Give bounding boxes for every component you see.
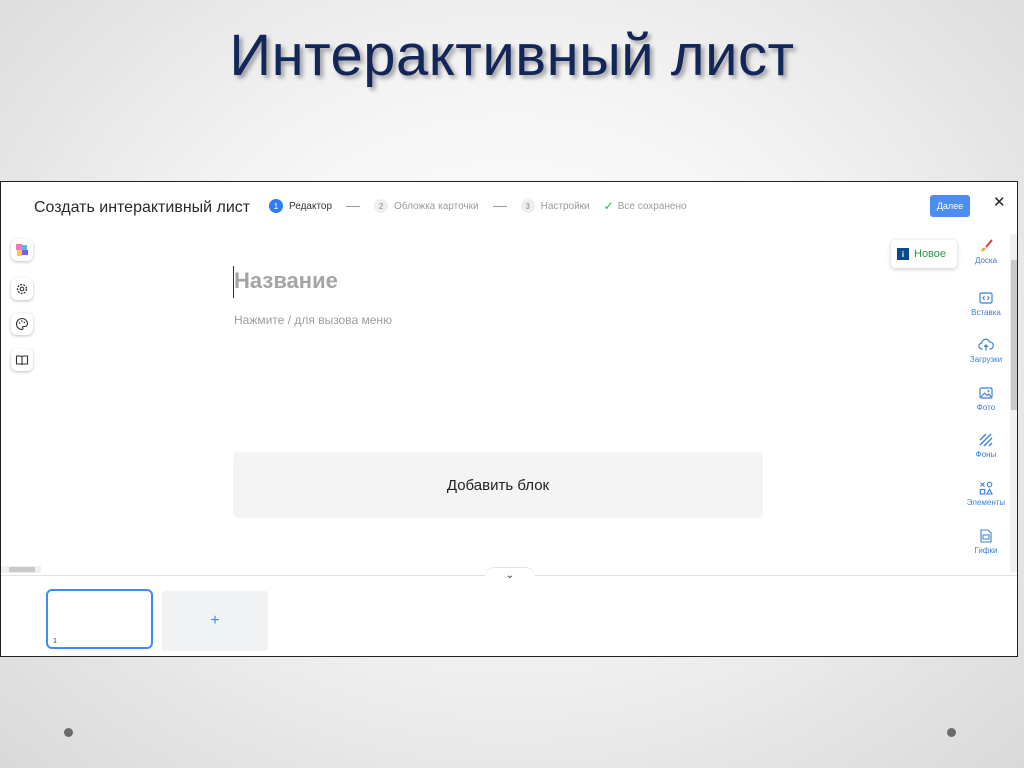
collapse-panel-button[interactable]: ⌄ bbox=[485, 567, 535, 582]
info-icon: i bbox=[897, 248, 909, 260]
check-icon: ✓ bbox=[603, 199, 614, 213]
vertical-scrollbar[interactable] bbox=[1010, 234, 1017, 572]
step-label: Обложка карточки bbox=[394, 200, 479, 212]
tool-label: Элементы bbox=[966, 498, 1006, 507]
upload-icon bbox=[978, 338, 994, 351]
logo-icon[interactable] bbox=[11, 239, 33, 261]
close-icon[interactable]: ✕ bbox=[993, 193, 1006, 211]
tool-board[interactable]: Доска bbox=[964, 238, 1008, 265]
chevron-down-icon: ⌄ bbox=[505, 569, 515, 581]
book-icon-graphic bbox=[15, 355, 29, 366]
sheet-title-input[interactable]: Название bbox=[234, 268, 338, 294]
tool-embed[interactable]: Вставка bbox=[964, 290, 1008, 317]
tool-label: Вставка bbox=[971, 308, 1001, 317]
step-label: Редактор bbox=[289, 200, 333, 212]
page-number: 1 bbox=[53, 638, 57, 645]
page-thumbnail[interactable]: 1 bbox=[46, 589, 153, 649]
tool-photo[interactable]: Фото bbox=[964, 385, 1008, 412]
step-number: 3 bbox=[520, 199, 535, 213]
tool-gifs[interactable]: Гифки bbox=[964, 528, 1008, 555]
step-label: Настройки bbox=[540, 200, 590, 212]
shapes-icon bbox=[979, 481, 994, 495]
palette-icon-graphic bbox=[16, 317, 29, 331]
stepper: 1 Редактор 2 Обложка карточки 3 Настройк… bbox=[269, 199, 687, 213]
step-settings[interactable]: 3 Настройки bbox=[520, 199, 590, 213]
gif-icon bbox=[980, 529, 992, 543]
save-status: ✓ Все сохранено bbox=[604, 199, 687, 213]
horizontal-scrollbar[interactable] bbox=[1, 566, 41, 573]
add-block-button[interactable]: Добавить блок bbox=[233, 452, 763, 518]
tool-label: Загрузки bbox=[969, 355, 1003, 364]
step-editor[interactable]: 1 Редактор bbox=[269, 199, 332, 213]
settings-icon[interactable] bbox=[11, 278, 33, 300]
logo-icon-graphic bbox=[16, 244, 28, 256]
tool-label: Фоны bbox=[975, 450, 997, 459]
menu-hint[interactable]: Нажмите / для вызова меню bbox=[234, 313, 392, 327]
slide-dot-right bbox=[947, 728, 956, 737]
step-card-cover[interactable]: 2 Обложка карточки bbox=[374, 199, 479, 213]
add-page-button[interactable]: + bbox=[162, 591, 268, 651]
book-icon[interactable] bbox=[11, 349, 33, 371]
slide-dot-left bbox=[64, 728, 73, 737]
save-status-label: Все сохранено bbox=[617, 200, 687, 212]
scrollbar-thumb[interactable] bbox=[9, 567, 35, 572]
scrollbar-thumb[interactable] bbox=[1011, 260, 1017, 410]
tool-label: Гифки bbox=[974, 546, 998, 555]
gear-icon bbox=[16, 283, 28, 295]
tool-backgrounds[interactable]: Фоны bbox=[964, 432, 1008, 459]
step-separator bbox=[346, 205, 361, 207]
new-badge[interactable]: i Новое bbox=[891, 240, 957, 268]
tool-label: Доска bbox=[974, 256, 998, 265]
slide-title: Интерактивный лист bbox=[229, 23, 795, 88]
photo-icon bbox=[979, 387, 993, 399]
embed-icon bbox=[979, 292, 993, 304]
step-separator bbox=[492, 205, 507, 207]
step-number: 1 bbox=[269, 199, 283, 213]
tool-uploads[interactable]: Загрузки bbox=[964, 337, 1008, 364]
brush-icon bbox=[981, 239, 993, 252]
palette-icon[interactable] bbox=[11, 313, 33, 335]
plus-icon: + bbox=[210, 612, 220, 629]
next-button[interactable]: Далее bbox=[930, 195, 970, 217]
editor-title: Создать интерактивный лист bbox=[34, 199, 251, 216]
new-badge-label: Новое bbox=[914, 248, 947, 260]
background-icon bbox=[979, 433, 993, 447]
tool-elements[interactable]: Элементы bbox=[964, 480, 1008, 507]
editor-window: Создать интерактивный лист 1 Редактор 2 … bbox=[0, 181, 1018, 657]
step-number: 2 bbox=[374, 199, 389, 213]
tool-label: Фото bbox=[976, 403, 996, 412]
